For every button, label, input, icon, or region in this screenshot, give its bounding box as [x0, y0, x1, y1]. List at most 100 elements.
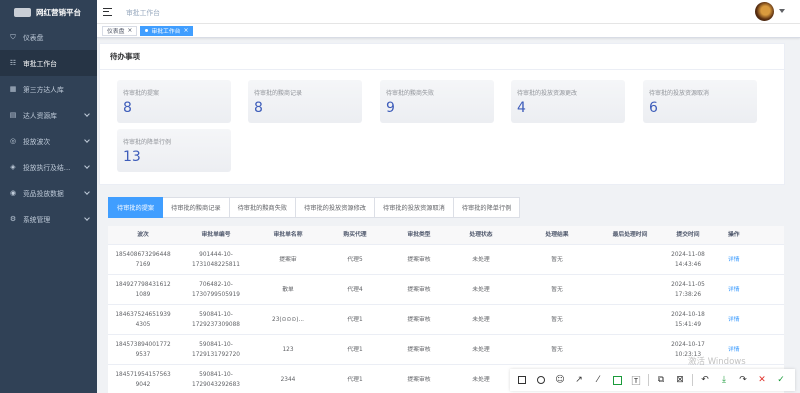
table-row[interactable]: 185408673296448 7169 901444-10- 17310482258…: [108, 245, 784, 275]
cell-text: 提案审核: [407, 316, 431, 323]
hamburger-icon[interactable]: [103, 7, 112, 16]
cell-line: 184573894001772: [115, 341, 171, 348]
text-icon[interactable]: 🅃: [629, 373, 643, 387]
cell-text: 未处理: [472, 316, 490, 323]
cell-line: 1731048225811: [192, 261, 240, 268]
table-row[interactable]: 184927798431612 1089 706482-10- 17307995059…: [108, 275, 784, 305]
cell-wave: 184927798431612 1089: [108, 280, 178, 300]
stat-pending-resource-change[interactable]: 待审批的投放资源更改 4: [511, 80, 625, 123]
approval-tabs: 待审批的提案 待审批的黢商记录 待审批的黢商失败 待审批的投放资源修改 待审批的…: [108, 197, 521, 218]
stat-pending-records[interactable]: 待审批的黢商记录 8: [248, 80, 362, 123]
column-header: 处理状态: [469, 232, 493, 238]
cell-wave: 184573894001772 9537: [108, 340, 178, 360]
tag-dashboard[interactable]: 仪表盘 ×: [102, 25, 138, 36]
stat-value: 9: [386, 100, 395, 116]
sidebar-item-7[interactable]: ⚙ 系统管理: [0, 206, 97, 232]
cell-action[interactable]: 详情: [718, 345, 784, 355]
sidebar-item-5[interactable]: ◈ 投放执行及结...: [0, 154, 97, 180]
cell-line: 7169: [135, 261, 151, 268]
table-header: 波次 审批单编号 审批单名称 购买代理 审批类型 处理状态 处理结果 最后处理时…: [108, 226, 784, 245]
tag-label: 仪表盘: [107, 29, 125, 35]
tab-pending-failures[interactable]: 待审批的黢商失败: [229, 197, 297, 218]
sidebar-item-6[interactable]: ◉ 竞品投放数据: [0, 180, 97, 206]
app-logo[interactable]: 网红营销平台: [0, 0, 97, 24]
cell-text: 提案审: [279, 256, 297, 263]
avatar[interactable]: [755, 2, 774, 21]
stat-pending-proposals[interactable]: 待审批的提案 8: [117, 80, 231, 123]
stat-label: 待审批的投放资源更改: [517, 90, 578, 97]
column-header: 提交时间: [676, 232, 700, 238]
tab-pending-proposals[interactable]: 待审批的提案: [108, 197, 164, 218]
cell-text: 代理1: [347, 376, 363, 383]
stat-pending-failures[interactable]: 待审批的黢商失败 9: [380, 80, 494, 123]
todo-title: 待办事项: [100, 44, 784, 70]
cell-agent: 代理4: [322, 285, 388, 295]
cell-line: 1730799505919: [192, 291, 240, 298]
cell-result: 暂无: [512, 255, 602, 265]
chevron-down-icon: [84, 137, 90, 143]
divider: [648, 374, 649, 386]
cell-action[interactable]: 详情: [718, 285, 784, 295]
close-icon[interactable]: ×: [183, 27, 188, 34]
ocr-icon[interactable]: ⊠: [673, 373, 687, 387]
cell-line: 4305: [135, 321, 151, 328]
todo-card: 待办事项 待审批的提案 8 待审批的黢商记录 8 待审批的黢商失败 9 待审批的…: [99, 43, 785, 185]
close-icon[interactable]: ×: [127, 27, 132, 34]
tab-pending-orders[interactable]: 待审批的降单行例: [453, 197, 521, 218]
detail-link[interactable]: 详情: [728, 257, 740, 263]
cell-line: 1729043292683: [192, 381, 240, 388]
marker-icon[interactable]: [610, 373, 624, 387]
table-row[interactable]: 184573894001772 9537 590841-10- 17291317927…: [108, 335, 784, 365]
detail-link[interactable]: 详情: [728, 347, 740, 353]
share-icon[interactable]: ↷: [736, 373, 750, 387]
cell-status: 未处理: [450, 315, 512, 325]
mosaic-icon[interactable]: ☺: [553, 373, 567, 387]
detail-link[interactable]: 详情: [728, 317, 740, 323]
cell-line: 2024-11-08: [671, 251, 705, 258]
sidebar-item-2[interactable]: ▦ 第三方达人库: [0, 76, 97, 102]
sidebar-item-label: 系统管理: [23, 216, 51, 224]
caret-down-icon[interactable]: [779, 9, 785, 13]
cell-line: 901444-10-: [199, 251, 233, 258]
ellipse-icon[interactable]: [534, 373, 548, 387]
cell-text: 提案审核: [407, 256, 431, 263]
cell-text: 暂无: [551, 286, 563, 293]
detail-link[interactable]: 详情: [728, 287, 740, 293]
cell-text: 散单: [282, 286, 294, 293]
cell-line: 2024-10-17: [671, 341, 705, 348]
column-header: 审批单编号: [201, 232, 231, 238]
cell-code: 706482-10- 1730799505919: [178, 280, 254, 300]
save-icon[interactable]: ⤓: [717, 373, 731, 387]
cell-agent: 代理1: [322, 375, 388, 385]
sidebar-item-0[interactable]: ⛉ 仪表盘: [0, 24, 97, 50]
rectangle-icon[interactable]: [515, 373, 529, 387]
pin-icon[interactable]: ⧉: [654, 373, 668, 387]
arrow-icon[interactable]: ↗: [572, 373, 586, 387]
undo-icon[interactable]: ↶: [698, 373, 712, 387]
settings-icon: ⚙: [9, 215, 17, 223]
cell-line: 590841-10-: [199, 371, 233, 378]
tab-pending-resource-modify[interactable]: 待审批的投放资源修改: [296, 197, 375, 218]
stat-pending-resource-cancel[interactable]: 待审批的投放资源取消 6: [643, 80, 757, 123]
stat-pending-orders[interactable]: 待审批的降单行例 13: [117, 129, 231, 172]
sidebar-item-3[interactable]: ▤ 达人资源库: [0, 102, 97, 128]
cell-line: 9537: [135, 351, 151, 358]
cell-action[interactable]: 详情: [718, 315, 784, 325]
sidebar-item-4[interactable]: ◎ 投放波次: [0, 128, 97, 154]
cell-text: 暂无: [551, 256, 563, 263]
cell-agent: 代理1: [322, 315, 388, 325]
pen-icon[interactable]: ⁄: [591, 373, 605, 387]
stat-label: 待审批的降单行例: [123, 139, 172, 146]
confirm-icon[interactable]: ✓: [774, 373, 788, 387]
cell-action[interactable]: 详情: [718, 255, 784, 265]
approval-table: 波次 审批单编号 审批单名称 购买代理 审批类型 处理状态 处理结果 最后处理时…: [108, 226, 784, 393]
tab-pending-records[interactable]: 待审批的黢商记录: [163, 197, 230, 218]
table-row[interactable]: 184637524651939 4305 590841-10- 17292373090…: [108, 305, 784, 335]
sidebar-item-1[interactable]: ☷ 审批工作台: [0, 50, 97, 76]
chevron-down-icon: [84, 111, 90, 117]
cancel-icon[interactable]: ✕: [755, 373, 769, 387]
cell-text: 代理4: [347, 286, 363, 293]
tab-pending-resource-cancel[interactable]: 待审批的投放资源取消: [375, 197, 454, 218]
tag-approval-workbench[interactable]: 审批工作台 ×: [140, 25, 194, 36]
stat-value: 6: [649, 100, 658, 116]
